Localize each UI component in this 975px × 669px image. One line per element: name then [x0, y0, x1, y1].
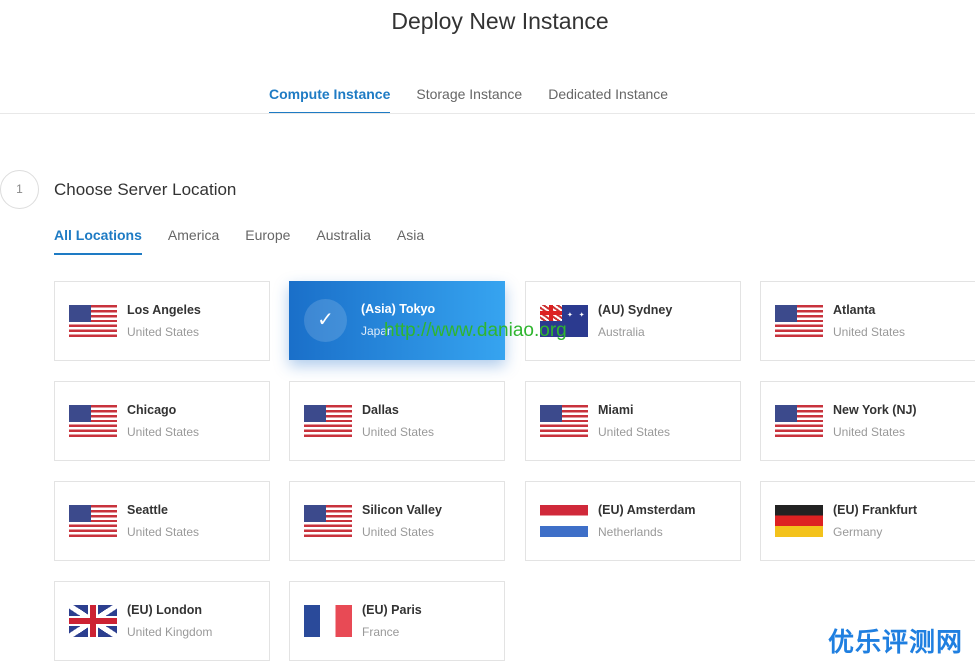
location-card[interactable]: (EU) London United Kingdom	[54, 581, 270, 661]
flag-us-icon	[304, 505, 352, 537]
tab-storage-instance[interactable]: Storage Instance	[416, 86, 522, 114]
location-country: Netherlands	[598, 525, 663, 539]
flag-us-icon	[69, 505, 117, 537]
location-card[interactable]: (EU) Paris France	[289, 581, 505, 661]
location-country: United States	[127, 525, 200, 539]
location-city: (EU) Amsterdam	[598, 503, 696, 517]
tab-asia[interactable]: Asia	[397, 227, 424, 255]
location-country: United States	[362, 425, 435, 439]
check-icon: ✓	[304, 299, 347, 342]
divider	[0, 113, 975, 114]
location-card[interactable]: Silicon Valley United States	[289, 481, 505, 561]
flag-us-icon	[69, 405, 117, 437]
instance-tabs: Compute Instance Storage Instance Dedica…	[269, 86, 668, 114]
watermark-url: http://www.daniao.org	[384, 320, 567, 341]
location-country: France	[362, 625, 400, 639]
location-city: Chicago	[127, 403, 177, 417]
location-country: United States	[362, 525, 435, 539]
location-country: Germany	[833, 525, 883, 539]
step-number: 1	[0, 170, 39, 209]
location-city: Seattle	[127, 503, 168, 517]
location-card[interactable]: New York (NJ) United States	[760, 381, 975, 461]
location-country: United Kingdom	[127, 625, 213, 639]
location-city: Los Angeles	[127, 303, 201, 317]
location-country: United States	[833, 425, 906, 439]
location-card[interactable]: Los Angeles United States	[54, 281, 270, 361]
page-title: Deploy New Instance	[391, 8, 609, 34]
tab-all-locations[interactable]: All Locations	[54, 227, 142, 255]
watermark-logo: 优乐评测网	[827, 627, 963, 657]
location-city: (Asia) Tokyo	[361, 302, 436, 316]
flag-uk-icon	[69, 605, 117, 637]
location-city: (AU) Sydney	[598, 303, 673, 317]
location-country: United States	[598, 425, 671, 439]
tab-america[interactable]: America	[168, 227, 219, 255]
flag-nl-icon	[540, 505, 588, 537]
location-city: (EU) London	[127, 603, 202, 617]
location-city: (EU) Paris	[362, 603, 422, 617]
flag-us-icon	[775, 305, 823, 337]
location-card[interactable]: (EU) Amsterdam Netherlands	[525, 481, 741, 561]
tab-compute-instance[interactable]: Compute Instance	[269, 86, 391, 114]
flag-us-icon	[540, 405, 588, 437]
location-city: Atlanta	[833, 303, 876, 317]
location-card[interactable]: Miami United States	[525, 381, 741, 461]
flag-us-icon	[69, 305, 117, 337]
location-card[interactable]: Chicago United States	[54, 381, 270, 461]
location-country: United States	[127, 425, 200, 439]
location-card[interactable]: (EU) Frankfurt Germany	[760, 481, 975, 561]
location-card[interactable]: Seattle United States	[54, 481, 270, 561]
tab-europe[interactable]: Europe	[245, 227, 290, 255]
flag-us-icon	[775, 405, 823, 437]
location-card[interactable]: Dallas United States	[289, 381, 505, 461]
flag-de-icon	[775, 505, 823, 537]
location-country: United States	[127, 325, 200, 339]
location-city: New York (NJ)	[833, 403, 917, 417]
flag-us-icon	[304, 405, 352, 437]
section-title: Choose Server Location	[54, 180, 237, 199]
location-country: Australia	[598, 325, 645, 339]
tab-australia[interactable]: Australia	[316, 227, 370, 255]
location-card[interactable]: Atlanta United States	[760, 281, 975, 361]
flag-fr-icon	[304, 605, 352, 637]
location-city: (EU) Frankfurt	[833, 503, 918, 517]
location-filter-tabs: All Locations America Europe Australia A…	[54, 227, 424, 255]
location-city: Silicon Valley	[362, 503, 442, 517]
tab-dedicated-instance[interactable]: Dedicated Instance	[548, 86, 668, 114]
location-city: Dallas	[362, 403, 399, 417]
location-city: Miami	[598, 403, 634, 417]
location-country: United States	[833, 325, 906, 339]
